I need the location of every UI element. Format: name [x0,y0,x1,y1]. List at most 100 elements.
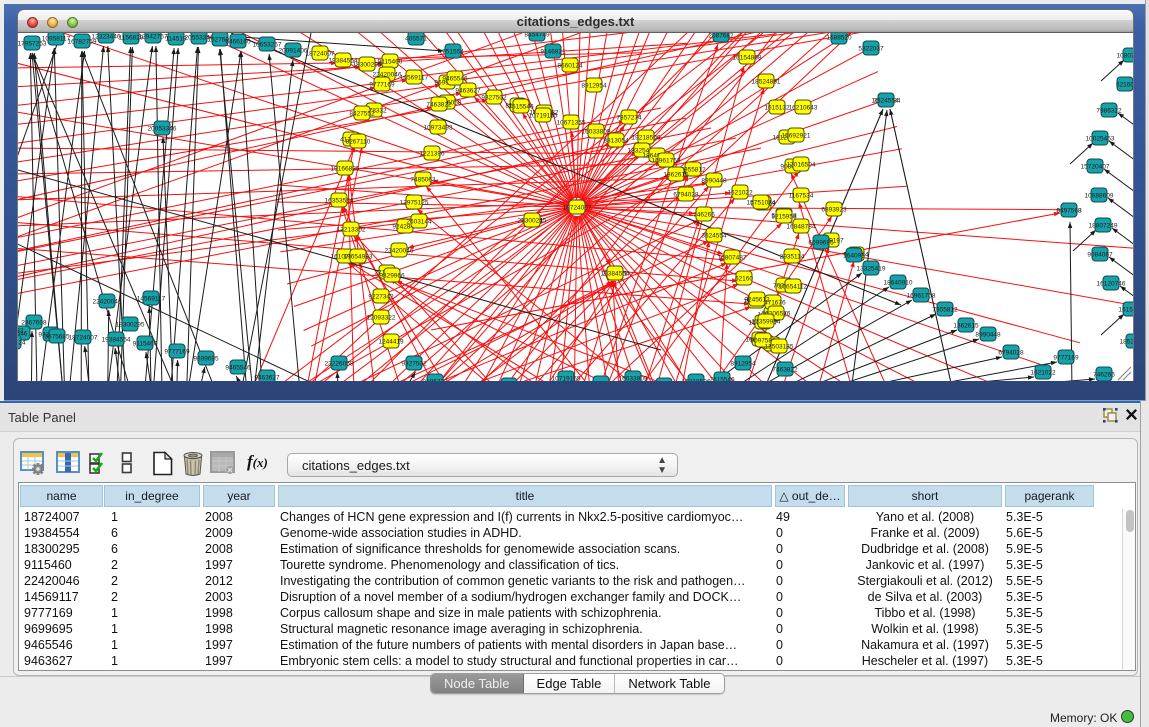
svg-text:23420046: 23420046 [385,247,414,254]
svg-text:3215958: 3215958 [771,213,797,220]
svg-text:8813054: 8813054 [603,137,629,144]
svg-text:16033809: 16033809 [582,128,611,135]
svg-text:19384554: 19384554 [102,336,131,343]
svg-text:16353554: 16353554 [325,197,354,204]
svg-text:9777169: 9777169 [1053,354,1079,361]
svg-text:10719155: 10719155 [552,375,581,381]
svg-text:2935114: 2935114 [780,253,805,260]
svg-text:1362615: 1362615 [663,171,689,178]
svg-text:10958117: 10958117 [42,35,71,42]
svg-text:10543382: 10543382 [18,327,24,334]
svg-text:12093322: 12093322 [367,314,396,321]
svg-text:18724007: 18724007 [563,204,592,211]
svg-text:746266: 746266 [693,211,715,218]
svg-text:6099695: 6099695 [808,239,834,246]
svg-text:1167534: 1167534 [789,192,814,199]
svg-text:19654983: 19654983 [344,253,373,260]
svg-text:25300215: 25300215 [518,217,547,224]
svg-text:10025453: 10025453 [1086,135,1115,142]
svg-text:7515546: 7515546 [709,376,735,381]
svg-text:9777169: 9777169 [164,348,190,355]
svg-text:62160: 62160 [735,275,753,282]
svg-text:751554: 751554 [442,48,464,55]
svg-text:10973493: 10973493 [424,124,453,131]
svg-text:20053346: 20053346 [148,125,177,132]
svg-text:8660124: 8660124 [18,339,26,346]
svg-text:8454749: 8454749 [524,33,550,38]
svg-text:23226058: 23226058 [325,360,354,367]
svg-text:12942757: 12942757 [139,33,168,40]
svg-text:10807487: 10807487 [718,254,747,261]
svg-text:14569117: 14569117 [400,74,429,81]
svg-text:1621022: 1621022 [1030,369,1056,376]
svg-text:1221396: 1221396 [419,150,445,157]
svg-text:6497568: 6497568 [1056,207,1082,214]
svg-text:10671355: 10671355 [557,119,586,126]
svg-text:9465546: 9465546 [442,75,468,82]
svg-text:1244419: 1244419 [378,338,404,345]
svg-text:9465546: 9465546 [225,364,251,371]
svg-text:10671355: 10671355 [587,380,616,381]
svg-text:2867608: 2867608 [21,319,47,326]
svg-text:8186323: 8186323 [422,378,448,381]
svg-text:9463627: 9463627 [254,374,280,381]
svg-text:17016504: 17016504 [787,161,816,168]
svg-text:9327502: 9327502 [481,94,507,101]
svg-text:18724007: 18724007 [69,334,98,341]
svg-text:9115460: 9115460 [133,340,158,347]
svg-text:19218506: 19218506 [632,134,661,141]
svg-text:1615132: 1615132 [1118,306,1134,313]
svg-text:16120746: 16120746 [1097,280,1126,287]
svg-text:16961758: 16961758 [907,292,936,299]
svg-text:7463822: 7463822 [772,366,798,373]
svg-text:12213302: 12213302 [337,226,366,233]
svg-text:2087682: 2087682 [708,33,734,39]
svg-text:19166825: 19166825 [331,165,360,172]
svg-text:9115460: 9115460 [378,58,403,65]
svg-text:8660124: 8660124 [557,62,583,69]
svg-text:8912954: 8912954 [581,82,607,89]
svg-text:746266: 746266 [1093,371,1115,378]
svg-text:22420046: 22420046 [93,298,122,305]
svg-text:12323446: 12323446 [92,33,121,40]
svg-text:8912954: 8912954 [730,360,756,367]
svg-text:16033809: 16033809 [619,375,648,381]
svg-text:1621022: 1621022 [727,189,753,196]
svg-text:3624554: 3624554 [873,97,899,104]
svg-text:15692921: 15692921 [782,132,811,139]
svg-text:9227342: 9227342 [368,293,394,300]
svg-text:8990448: 8990448 [975,331,1001,338]
svg-text:13325419: 13325419 [857,265,886,272]
svg-text:18724007: 18724007 [306,50,335,57]
svg-text:7955812: 7955812 [932,306,958,313]
svg-text:19218506: 19218506 [682,378,711,381]
svg-text:10688609: 10688609 [1085,192,1114,199]
svg-text:10719155: 10719155 [529,112,558,119]
svg-text:3624554: 3624554 [701,232,727,239]
svg-text:7986322: 7986322 [1096,107,1122,114]
svg-text:6893923: 6893923 [821,206,847,213]
svg-text:18524851: 18524851 [1120,338,1134,345]
svg-text:19384554: 19384554 [601,270,630,277]
svg-text:8267110: 8267110 [346,138,371,145]
svg-text:9146821: 9146821 [540,48,566,55]
svg-text:18524851: 18524851 [752,78,781,85]
svg-text:9463627: 9463627 [455,87,481,94]
svg-text:9245612: 9245612 [744,296,770,303]
svg-text:9699695: 9699695 [193,355,219,362]
svg-text:9084067: 9084067 [1087,251,1113,258]
svg-text:10807487: 10807487 [1117,52,1134,59]
svg-text:9329966: 9329966 [379,272,405,279]
svg-text:2603144: 2603144 [406,218,432,225]
svg-text:6466160: 6466160 [225,38,251,45]
svg-text:18807249: 18807249 [1089,222,1118,229]
svg-text:12975125: 12975125 [400,199,429,206]
svg-text:16848784: 16848784 [787,223,816,230]
svg-text:1362615: 1362615 [953,322,979,329]
svg-text:18300295: 18300295 [116,321,145,328]
svg-text:3675685: 3675685 [44,333,70,340]
svg-text:9327502: 9327502 [401,360,427,367]
svg-text:10653267: 10653267 [253,41,282,48]
svg-text:7357274: 7357274 [616,114,642,121]
svg-text:16154808: 16154808 [733,54,762,61]
